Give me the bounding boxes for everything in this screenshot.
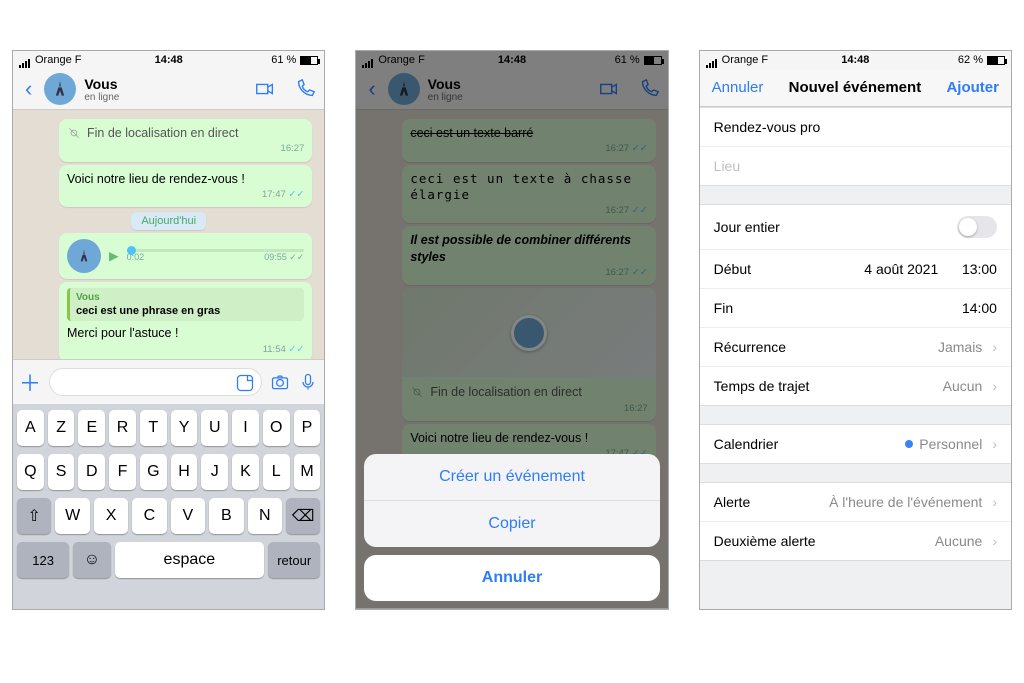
mic-icon[interactable] bbox=[298, 372, 318, 392]
key-c[interactable]: C bbox=[132, 498, 166, 534]
back-button[interactable]: ‹ bbox=[21, 76, 36, 102]
key-g[interactable]: G bbox=[140, 454, 167, 490]
key-d[interactable]: D bbox=[78, 454, 105, 490]
add-button[interactable]: Ajouter bbox=[946, 79, 999, 96]
shift-key[interactable]: ⇧ bbox=[17, 498, 51, 534]
allday-toggle[interactable] bbox=[957, 216, 997, 238]
key-row-4: 123 ☺ espace retour bbox=[17, 542, 320, 578]
travel-row[interactable]: Temps de trajet Aucun› bbox=[700, 367, 1011, 405]
create-event-action[interactable]: Créer un événement bbox=[364, 454, 659, 501]
input-bar: ＋ bbox=[13, 359, 324, 404]
key-e[interactable]: E bbox=[78, 410, 105, 446]
clock: 14:48 bbox=[13, 54, 324, 66]
key-r[interactable]: R bbox=[109, 410, 136, 446]
message-input[interactable] bbox=[49, 368, 262, 396]
numbers-key[interactable]: 123 bbox=[17, 542, 69, 578]
play-icon[interactable]: ▶ bbox=[109, 248, 119, 264]
copy-action[interactable]: Copier bbox=[364, 501, 659, 547]
key-i[interactable]: I bbox=[232, 410, 259, 446]
key-o[interactable]: O bbox=[263, 410, 290, 446]
key-a[interactable]: A bbox=[17, 410, 44, 446]
bubble-voice[interactable]: ▶ 0:0209:55 ✓✓ bbox=[59, 233, 312, 279]
key-m[interactable]: M bbox=[294, 454, 321, 490]
contact-name: Vous bbox=[84, 76, 119, 92]
bubble-quote-merci[interactable]: Vous ceci est une phrase en gras Merci p… bbox=[59, 282, 312, 362]
start-row[interactable]: Début 4 août 2021 13:00 bbox=[700, 250, 1011, 289]
presence: en ligne bbox=[84, 92, 119, 103]
key-q[interactable]: Q bbox=[17, 454, 44, 490]
key-row-3: ⇧ WXCVBN ⌫ bbox=[17, 498, 320, 534]
space-key[interactable]: espace bbox=[115, 542, 264, 578]
recurrence-row[interactable]: Récurrence Jamais› bbox=[700, 328, 1011, 367]
key-y[interactable]: Y bbox=[171, 410, 198, 446]
emoji-key[interactable]: ☺ bbox=[73, 542, 110, 578]
key-n[interactable]: N bbox=[248, 498, 282, 534]
voice-avatar bbox=[67, 239, 101, 273]
key-z[interactable]: Z bbox=[48, 410, 75, 446]
action-sheet: Créer un événement Copier Annuler bbox=[364, 454, 659, 601]
bubble-rdv[interactable]: Voici notre lieu de rendez-vous ! 17:47 … bbox=[59, 165, 312, 208]
cancel-button[interactable]: Annuler bbox=[712, 79, 764, 96]
key-h[interactable]: H bbox=[171, 454, 198, 490]
key-f[interactable]: F bbox=[109, 454, 136, 490]
key-row-1: AZERTYUIOP bbox=[17, 410, 320, 446]
key-row-2: QSDFGHJKLM bbox=[17, 454, 320, 490]
key-t[interactable]: T bbox=[140, 410, 167, 446]
keyboard[interactable]: AZERTYUIOP QSDFGHJKLM ⇧ WXCVBN ⌫ 123 ☺ e… bbox=[13, 404, 324, 609]
key-x[interactable]: X bbox=[94, 498, 128, 534]
phone-middle: Orange F 14:48 61 % ‹ Vousen ligne ceci … bbox=[355, 50, 668, 610]
key-s[interactable]: S bbox=[48, 454, 75, 490]
avatar[interactable] bbox=[44, 73, 76, 105]
key-w[interactable]: W bbox=[55, 498, 89, 534]
key-j[interactable]: J bbox=[201, 454, 228, 490]
key-k[interactable]: K bbox=[232, 454, 259, 490]
return-key[interactable]: retour bbox=[268, 542, 320, 578]
end-row[interactable]: Fin 14:00 bbox=[700, 289, 1011, 328]
bubble-location-stop[interactable]: Fin de localisation en direct 16:27 bbox=[59, 119, 312, 162]
sticker-icon[interactable] bbox=[235, 373, 255, 396]
key-l[interactable]: L bbox=[263, 454, 290, 490]
modal-title: Nouvel événement bbox=[789, 79, 922, 96]
video-icon[interactable] bbox=[254, 78, 276, 100]
calendar-row[interactable]: Calendrier Personnel› bbox=[700, 425, 1011, 463]
key-p[interactable]: P bbox=[294, 410, 321, 446]
phone-left: Orange F 14:48 61 % ‹ Vous en ligne Fin … bbox=[12, 50, 325, 610]
key-b[interactable]: B bbox=[209, 498, 243, 534]
cancel-action[interactable]: Annuler bbox=[364, 555, 659, 601]
attach-button[interactable]: ＋ bbox=[19, 366, 41, 398]
title-field[interactable]: Rendez-vous pro bbox=[700, 108, 1011, 147]
backspace-key[interactable]: ⌫ bbox=[286, 498, 320, 534]
day-separator: Aujourd'hui bbox=[19, 213, 318, 227]
status-bar: Orange F 14:48 61 % bbox=[13, 51, 324, 69]
key-v[interactable]: V bbox=[171, 498, 205, 534]
location-field[interactable]: Lieu bbox=[700, 147, 1011, 185]
phone-icon[interactable] bbox=[294, 78, 316, 100]
phone-right: Orange F 14:48 62 % Annuler Nouvel événe… bbox=[699, 50, 1012, 610]
location-icon bbox=[67, 126, 81, 140]
battery-icon bbox=[300, 56, 318, 65]
key-u[interactable]: U bbox=[201, 410, 228, 446]
camera-icon[interactable] bbox=[270, 372, 290, 392]
allday-row[interactable]: Jour entier bbox=[700, 205, 1011, 250]
chat-header: ‹ Vous en ligne bbox=[13, 69, 324, 110]
modal-nav: Annuler Nouvel événement Ajouter bbox=[700, 69, 1011, 107]
alert-row[interactable]: Alerte À l'heure de l'événement› bbox=[700, 483, 1011, 522]
second-alert-row[interactable]: Deuxième alerte Aucune› bbox=[700, 522, 1011, 560]
eiffel-icon bbox=[50, 79, 70, 99]
